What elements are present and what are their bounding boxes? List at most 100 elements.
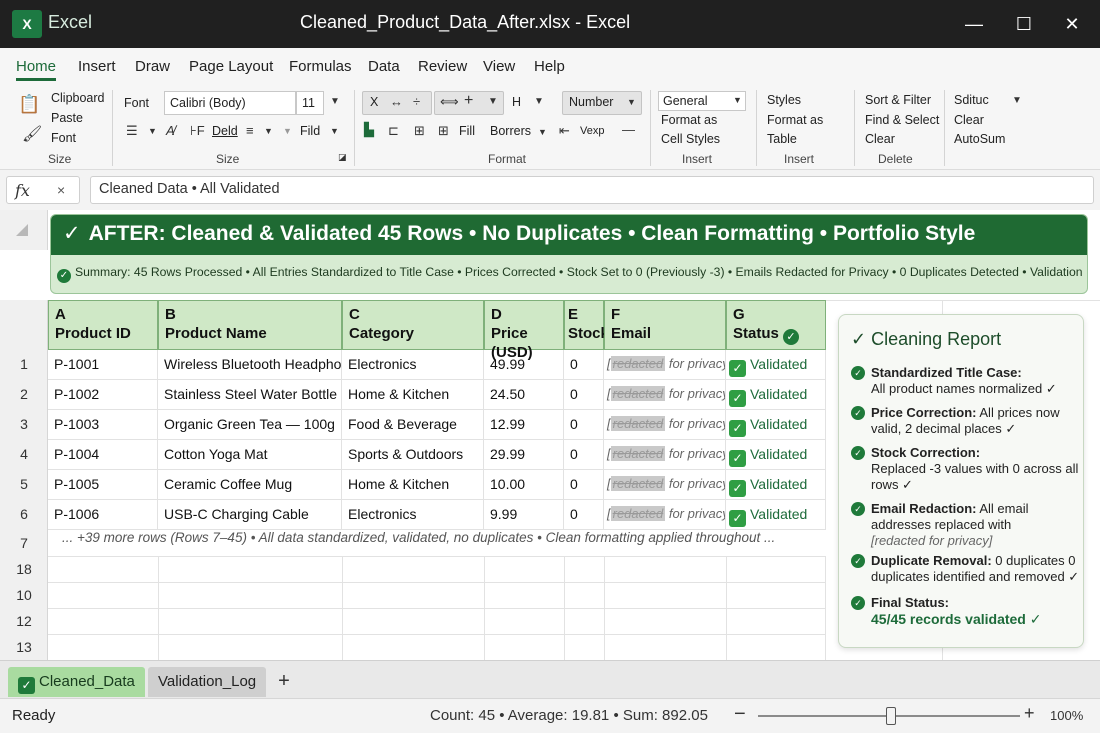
cell-stock[interactable]: 0: [564, 410, 604, 440]
tab-insert[interactable]: Insert: [78, 58, 116, 75]
chevron-down-icon[interactable]: ▼: [330, 96, 340, 107]
name-box[interactable]: fx ×: [6, 176, 80, 204]
format-as-button[interactable]: Format as: [661, 113, 717, 127]
column-header-d[interactable]: D Price (USD): [484, 300, 564, 361]
paste-button[interactable]: Paste: [51, 111, 83, 125]
brush-icon[interactable]: 🖌: [22, 124, 42, 144]
tab-data[interactable]: Data: [368, 58, 400, 75]
cell-category[interactable]: Home & Kitchen: [342, 380, 484, 410]
row-header-13[interactable]: 13: [0, 639, 48, 655]
zoom-out-button[interactable]: −: [734, 703, 746, 726]
tab-view[interactable]: View: [483, 58, 515, 75]
fill-button[interactable]: Fill: [459, 124, 475, 138]
cell-product-id[interactable]: P-1006: [48, 500, 158, 530]
maximize-icon[interactable]: ☐: [1010, 10, 1038, 38]
sheet-tab-validation-log[interactable]: Validation_Log: [148, 667, 267, 697]
formula-input[interactable]: Cleaned Data • All Validated: [90, 176, 1094, 204]
cell-email[interactable]: [redacted for privacy]: [604, 500, 726, 530]
chevron-down-icon[interactable]: ▼: [534, 96, 544, 107]
cell-email[interactable]: [redacted for privacy]: [604, 410, 726, 440]
fild-button[interactable]: Fild: [300, 124, 320, 138]
cell-price[interactable]: 10.00: [484, 470, 564, 500]
align-icon[interactable]: ☰: [126, 123, 138, 139]
grid-icon[interactable]: ⊞: [438, 123, 449, 139]
cell-email[interactable]: [redacted for privacy]: [604, 470, 726, 500]
chevron-down-icon[interactable]: ▼: [488, 96, 498, 107]
deld-button[interactable]: Deld: [212, 124, 238, 138]
tab-home[interactable]: Home: [16, 58, 57, 81]
borders-button[interactable]: Borrers: [490, 124, 531, 138]
autosum-button[interactable]: AutoSum: [954, 132, 1005, 146]
chevron-down-icon[interactable]: ▼: [264, 126, 273, 136]
row-header-3[interactable]: 3: [0, 416, 48, 432]
cell-category[interactable]: Food & Beverage: [342, 410, 484, 440]
h-button[interactable]: H: [512, 95, 521, 109]
cell-price[interactable]: 9.99: [484, 500, 564, 530]
tab-review[interactable]: Review: [418, 58, 467, 75]
row-header-5[interactable]: 5: [0, 476, 48, 492]
divide-icon[interactable]: ÷: [413, 94, 420, 109]
cell-product-name[interactable]: Cotton Yoga Mat: [158, 440, 342, 470]
cell-product-name[interactable]: Stainless Steel Water Bottle: [158, 380, 342, 410]
cell-styles-button[interactable]: Cell Styles: [661, 132, 720, 146]
cell-email[interactable]: [redacted for privacy]: [604, 440, 726, 470]
x-button[interactable]: X: [370, 95, 378, 109]
cell-category[interactable]: Electronics: [342, 500, 484, 530]
merge-icon[interactable]: ⊞: [414, 123, 425, 139]
column-header-b[interactable]: B Product Name: [158, 300, 342, 350]
zoom-slider-thumb[interactable]: [886, 707, 896, 725]
cell-product-id[interactable]: P-1003: [48, 410, 158, 440]
font-button[interactable]: Font: [51, 131, 76, 145]
cell-status[interactable]: ✓ Validated: [726, 500, 826, 530]
cell-stock[interactable]: 0: [564, 440, 604, 470]
width-arrows-icon[interactable]: ↔: [390, 94, 403, 109]
indent-icon[interactable]: ⇤: [559, 123, 570, 139]
table-button[interactable]: Table: [767, 132, 797, 146]
clear-button-2[interactable]: Clear: [954, 113, 984, 127]
clipboard-icon[interactable]: 📋: [18, 94, 40, 115]
general-format-select[interactable]: General ▼: [658, 91, 746, 111]
row-header-4[interactable]: 4: [0, 446, 48, 462]
number-format-select[interactable]: Number ▼: [562, 91, 642, 115]
cell-status[interactable]: ✓ Validated: [726, 350, 826, 380]
cell-status[interactable]: ✓ Validated: [726, 380, 826, 410]
styles-button[interactable]: Styles: [767, 93, 801, 107]
row-header-12[interactable]: 12: [0, 613, 48, 629]
cell-stock[interactable]: 0: [564, 350, 604, 380]
clipboard-button[interactable]: Clipboard: [51, 91, 105, 105]
column-header-g[interactable]: G Status ✓: [726, 300, 826, 350]
cell-product-name[interactable]: Ceramic Coffee Mug: [158, 470, 342, 500]
minimize-icon[interactable]: —: [960, 10, 988, 38]
clear-button[interactable]: Clear: [865, 132, 895, 146]
resize-icon[interactable]: ⟺: [440, 94, 459, 110]
tab-draw[interactable]: Draw: [135, 58, 170, 75]
cell-product-name[interactable]: Wireless Bluetooth Headphones: [158, 350, 342, 380]
chevron-down-icon[interactable]: ▼: [538, 127, 547, 137]
chevron-down-icon[interactable]: ▼: [283, 126, 292, 136]
tab-formulas[interactable]: Formulas: [289, 58, 352, 75]
column-header-a[interactable]: A Product ID: [48, 300, 158, 350]
column-header-f[interactable]: F Email: [604, 300, 726, 350]
sort-filter-button[interactable]: Sort & Filter: [865, 93, 931, 107]
add-sheet-button[interactable]: +: [268, 667, 300, 697]
cell-product-id[interactable]: P-1005: [48, 470, 158, 500]
cell-status[interactable]: ✓ Validated: [726, 410, 826, 440]
cell-price[interactable]: 29.99: [484, 440, 564, 470]
chevron-down-icon[interactable]: ▼: [330, 126, 339, 136]
cell-status[interactable]: ✓ Validated: [726, 440, 826, 470]
row-header-7[interactable]: 7: [0, 535, 48, 551]
cell-category[interactable]: Home & Kitchen: [342, 470, 484, 500]
zoom-level[interactable]: 100%: [1050, 708, 1083, 723]
cell-status[interactable]: ✓ Validated: [726, 470, 826, 500]
cancel-icon[interactable]: ×: [57, 182, 65, 198]
indent-icon[interactable]: ⊦F: [190, 123, 205, 139]
cell-product-id[interactable]: P-1004: [48, 440, 158, 470]
vexp-button[interactable]: Vexp: [580, 125, 604, 137]
cell-category[interactable]: Electronics: [342, 350, 484, 380]
cell-stock[interactable]: 0: [564, 500, 604, 530]
cell-price[interactable]: 24.50: [484, 380, 564, 410]
chevron-down-icon[interactable]: ▼: [148, 126, 157, 136]
cell-product-name[interactable]: Organic Green Tea — 100g: [158, 410, 342, 440]
plus-icon[interactable]: +: [464, 92, 473, 110]
list-icon[interactable]: ≡: [246, 123, 254, 138]
